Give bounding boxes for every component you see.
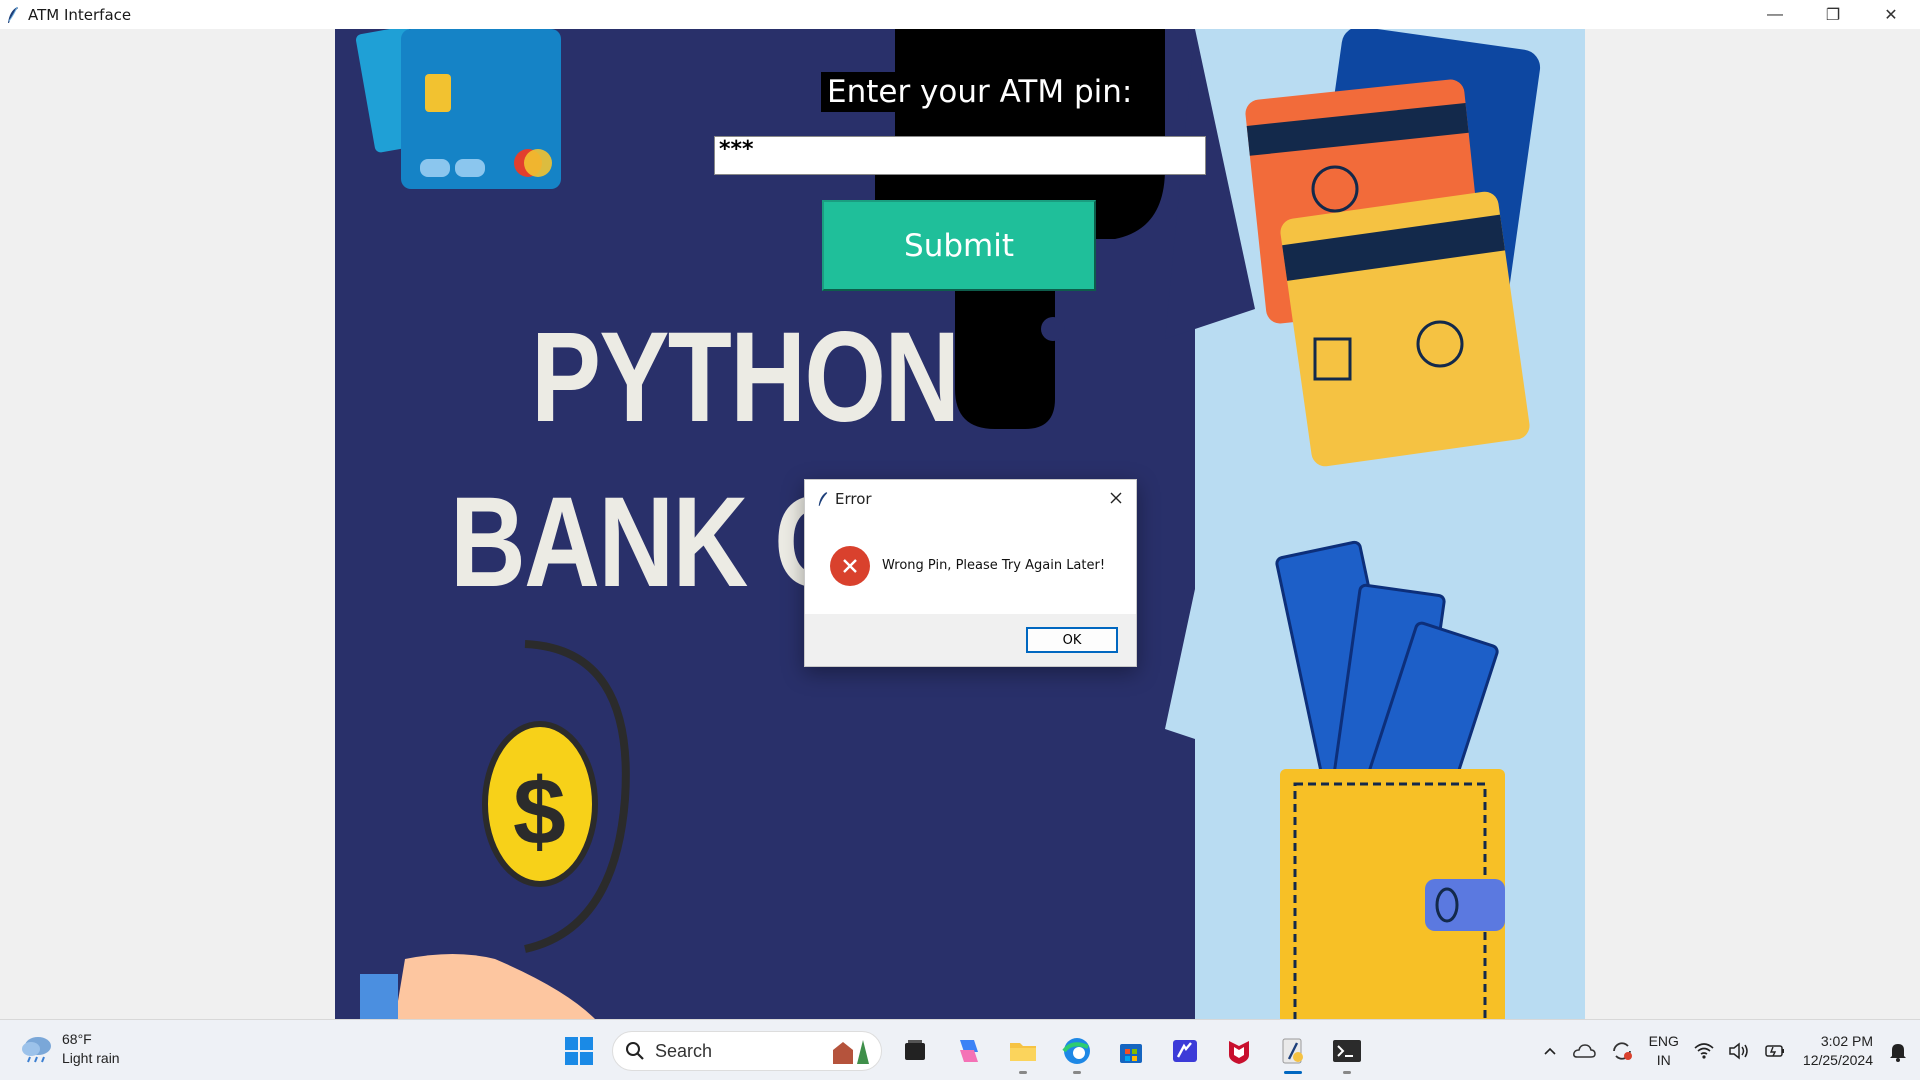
taskbar: 68°F Light rain Search ENG IN 3:02 PM 12… [0,1019,1920,1080]
dialog-footer: OK [805,614,1136,666]
python-app-button[interactable] [1270,1028,1316,1074]
copilot-icon [960,1040,978,1062]
editor-icon [1173,1040,1197,1062]
search-icon [626,1042,644,1060]
edge-button[interactable] [1054,1028,1100,1074]
close-button[interactable]: ✕ [1862,0,1920,29]
clock-time: 3:02 PM [1820,1032,1873,1049]
notification-bell-icon [1890,1043,1906,1062]
weather-temp: 68°F [62,1031,92,1047]
feather-icon [818,491,828,506]
region-code: IN [1656,1051,1671,1068]
ok-button[interactable]: OK [1026,627,1118,653]
title-bar: ATM Interface — ❐ ✕ [0,0,1920,29]
cloud-icon [1572,1043,1596,1058]
window-title: ATM Interface [28,5,132,24]
onedrive-button[interactable] [1572,1042,1596,1060]
notifications-button[interactable] [1888,1040,1908,1062]
minimize-button[interactable]: — [1746,0,1804,29]
folder-icon [1010,1043,1036,1061]
weather-desc: Light rain [62,1050,120,1066]
language-indicator[interactable]: ENG IN [1649,1032,1679,1070]
search-label: Search [655,1040,713,1061]
chevron-up-icon [1544,1047,1556,1055]
app-client-area: $ PYTHON BANK OF Enter your ATM pin: ***… [0,29,1920,1019]
language-code: ENG [1648,1032,1679,1049]
edge-icon [1062,1038,1090,1064]
shield-icon [1229,1041,1249,1064]
weather-widget[interactable]: 68°F Light rain [20,1030,120,1068]
volume-button[interactable] [1728,1041,1750,1060]
vs-code-button[interactable] [1162,1028,1208,1074]
clock[interactable]: 3:02 PM 12/25/2024 [1803,1032,1873,1070]
holiday-icon [833,1040,869,1064]
svg-text:$: $ [513,759,566,865]
wifi-icon [1694,1042,1714,1059]
store-icon [1120,1044,1142,1063]
copilot-button[interactable] [946,1028,992,1074]
feather-icon [8,6,18,23]
sync-icon [1612,1041,1632,1060]
dialog-message: Wrong Pin, Please Try Again Later! [882,558,1106,573]
show-hidden-icons-button[interactable] [1542,1043,1558,1059]
submit-button[interactable]: Submit [822,200,1096,291]
terminal-button[interactable] [1324,1028,1370,1074]
sync-button[interactable] [1610,1039,1634,1063]
terminal-icon [1333,1040,1361,1062]
start-button[interactable] [556,1028,602,1074]
python-feather-icon [1282,1038,1303,1064]
speaker-icon [1729,1041,1748,1060]
banner-python: PYTHON [531,306,960,449]
store-button[interactable] [1108,1028,1154,1074]
close-icon [1110,492,1122,504]
pin-label: Enter your ATM pin: [821,72,1139,112]
dialog-body: Wrong Pin, Please Try Again Later! [805,517,1136,614]
file-explorer-button[interactable] [1000,1028,1046,1074]
windows-icon [565,1037,593,1065]
battery-icon [1765,1044,1784,1057]
network-button[interactable] [1694,1042,1714,1060]
pin-input[interactable]: *** [714,136,1206,175]
dialog-title: Error [835,489,872,508]
mcafee-button[interactable] [1216,1028,1262,1074]
battery-button[interactable] [1764,1042,1786,1060]
error-icon [830,545,870,586]
task-view-button[interactable] [892,1028,938,1074]
clock-date: 12/25/2024 [1802,1051,1873,1068]
taskbar-search[interactable]: Search [612,1031,882,1071]
dialog-title-bar: Error [805,480,1136,517]
task-view-icon [905,1040,925,1060]
error-dialog: Error Wrong Pin, Please Try Again Later!… [804,479,1137,667]
dialog-close-button[interactable] [1106,488,1126,508]
maximize-button[interactable]: ❐ [1804,0,1862,29]
rain-cloud-icon [22,1037,51,1063]
